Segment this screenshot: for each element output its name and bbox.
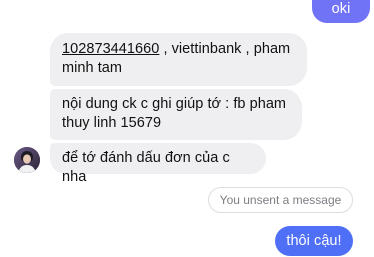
message-text: để tớ đánh dấu đơn của c nha [62,150,230,185]
chat-thread: oki 102873441660 , viettinbank , pham mi… [0,0,374,257]
contact-avatar[interactable] [14,147,40,173]
message-text: minh tam [62,60,123,76]
avatar-icon [14,147,40,173]
incoming-message-account[interactable]: 102873441660 , viettinbank , pham minh t… [50,33,307,86]
incoming-message-transfer-content[interactable]: nội dung ck c ghi giúp tớ : fb pham thuy… [50,89,302,140]
message-text: thôi cậu! [286,233,342,249]
message-text: oki [331,1,351,17]
incoming-message-mark-order[interactable]: để tớ đánh dấu đơn của c nha [50,143,266,185]
outgoing-message-oki[interactable]: oki [312,0,370,23]
message-text: thuy linh 15679 [62,115,162,131]
outgoing-message-thoi-cau[interactable]: thôi cậu! [275,226,353,256]
account-number-link[interactable]: 102873441660 [62,41,159,57]
message-text: nội dung ck c ghi giúp tớ : fb pham [62,96,287,112]
message-text: , viettinbank , pham [159,41,291,57]
unsent-message-notice: You unsent a message [208,187,353,213]
